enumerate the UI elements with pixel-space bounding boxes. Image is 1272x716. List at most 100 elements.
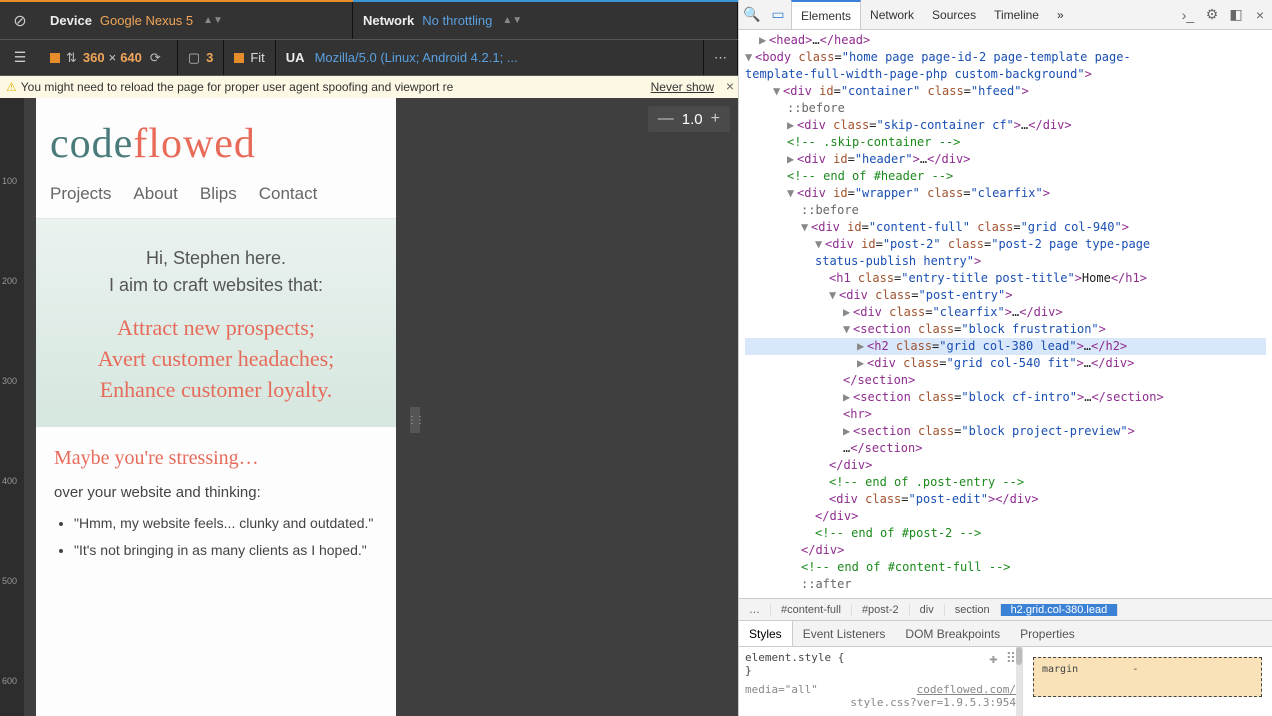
margin-top-val: -: [1132, 664, 1138, 675]
fit-label: Fit: [250, 50, 264, 65]
emulated-page[interactable]: codeflowed Projects About Blips Contact …: [36, 98, 396, 716]
styles-pane[interactable]: ✚ ⠿ element.style { } media="all" codefl…: [739, 647, 1022, 716]
margin-label: margin: [1042, 664, 1078, 675]
gear-icon[interactable]: ⚙: [1200, 6, 1224, 23]
crumb[interactable]: #content-full: [771, 604, 852, 616]
dimension-control[interactable]: ⇅ 360 × 640 ⟳: [40, 40, 178, 75]
resize-handle[interactable]: ⋮⋮: [410, 407, 420, 433]
hero-point: Attract new prospects;: [50, 313, 382, 344]
section-text: over your website and thinking:: [54, 484, 378, 501]
drawer-toggle-icon[interactable]: ☰: [0, 40, 40, 75]
close-icon[interactable]: ×: [1248, 7, 1272, 23]
media-query: media="all": [745, 683, 818, 696]
nav-link[interactable]: Blips: [200, 184, 237, 204]
fit-toggle[interactable]: Fit: [224, 40, 275, 75]
ruler-tick: 600: [2, 676, 17, 686]
hero: Hi, Stephen here. I aim to craft website…: [36, 219, 396, 427]
no-entry-icon[interactable]: ⊘: [0, 2, 40, 39]
network-select[interactable]: Network No throttling ▲▼: [353, 2, 738, 39]
tab-styles[interactable]: Styles: [739, 621, 793, 646]
ruler-tick: 100: [2, 176, 17, 186]
ruler-tick: 300: [2, 376, 17, 386]
swap-icon[interactable]: ⇅: [66, 50, 77, 66]
list-item: "It's not bringing in as many clients as…: [74, 540, 378, 561]
check-icon: [50, 53, 60, 63]
ua-value: Mozilla/5.0 (Linux; Android 4.2.1; ...: [315, 50, 518, 65]
crumb-selected[interactable]: h2.grid.col-380.lead: [1001, 604, 1119, 616]
tab-dom-breakpoints[interactable]: DOM Breakpoints: [895, 627, 1010, 641]
breadcrumb[interactable]: … #content-full #post-2 div section h2.g…: [739, 598, 1272, 620]
source-link[interactable]: codeflowed.com/: [917, 683, 1016, 696]
vertical-ruler: 100 200 300 400 500 600: [0, 98, 24, 716]
network-value: No throttling: [422, 13, 492, 28]
device-select[interactable]: Device Google Nexus 5 ▲▼: [40, 2, 353, 39]
toggle-state-icon[interactable]: ⠿: [1006, 651, 1016, 667]
nav-link[interactable]: Contact: [259, 184, 318, 204]
device-label: Device: [50, 13, 92, 28]
dock-icon[interactable]: ◧: [1224, 6, 1248, 23]
source-line[interactable]: style.css?ver=1.9.5.3:954: [745, 696, 1016, 709]
ruler-tick: 500: [2, 576, 17, 586]
zoom-control[interactable]: — 1.0 +: [648, 106, 730, 132]
ua-field[interactable]: UA Mozilla/5.0 (Linux; Android 4.2.1; ..…: [276, 40, 704, 75]
crumb[interactable]: section: [945, 604, 1001, 616]
nav-link[interactable]: About: [133, 184, 177, 204]
x-sep: ×: [109, 50, 117, 65]
crumb[interactable]: #post-2: [852, 604, 910, 616]
box-model-pane: margin -: [1022, 647, 1272, 716]
ua-label: UA: [286, 50, 305, 65]
console-icon[interactable]: ›_: [1176, 7, 1200, 23]
more-button[interactable]: ⋯: [704, 40, 738, 75]
zoom-in-icon[interactable]: +: [711, 110, 720, 128]
zoom-value: 1.0: [682, 111, 703, 128]
style-line: }: [745, 664, 1016, 677]
warning-bar: ⚠ You might need to reload the page for …: [0, 76, 738, 98]
height-value: 640: [120, 50, 142, 65]
dpr-control[interactable]: ▢ 3: [178, 40, 225, 75]
device-mode-icon[interactable]: ▭: [765, 6, 791, 23]
nav-link[interactable]: Projects: [50, 184, 111, 204]
dpr-icon: ▢: [188, 50, 200, 66]
hero-line: Hi, Stephen here.: [50, 245, 382, 272]
box-model[interactable]: margin -: [1033, 657, 1262, 697]
crumb[interactable]: div: [910, 604, 945, 616]
ruler-tick: 400: [2, 476, 17, 486]
hero-point: Enhance customer loyalty.: [50, 375, 382, 406]
chevron-icon: ▲▼: [203, 15, 223, 26]
ruler-tick: 200: [2, 276, 17, 286]
refresh-icon[interactable]: ⟳: [150, 50, 161, 66]
chevron-icon: ▲▼: [502, 15, 522, 26]
style-line: element.style {: [745, 651, 1016, 664]
tab-sources[interactable]: Sources: [923, 0, 985, 29]
site-logo: codeflowed: [36, 98, 396, 178]
search-icon[interactable]: 🔍: [739, 6, 765, 23]
styles-tabs: Styles Event Listeners DOM Breakpoints P…: [739, 620, 1272, 646]
dom-tree[interactable]: ▶<head>…</head> ▼<body class="home page …: [739, 30, 1272, 598]
section-heading: Maybe you're stressing…: [54, 447, 378, 470]
list-item: "Hmm, my website feels... clunky and out…: [74, 513, 378, 534]
tab-properties[interactable]: Properties: [1010, 627, 1085, 641]
tab-elements[interactable]: Elements: [791, 0, 861, 29]
zoom-out-icon[interactable]: —: [658, 110, 674, 128]
emulator-stage: — 1.0 + ⋮⋮ codeflowed Projects About Bli…: [24, 98, 738, 716]
selected-dom-node[interactable]: ▶<h2 class="grid col-380 lead">…</h2>: [745, 338, 1266, 355]
new-rule-icon[interactable]: ✚: [989, 651, 997, 667]
tab-network[interactable]: Network: [861, 0, 923, 29]
device-value: Google Nexus 5: [100, 13, 193, 28]
close-icon[interactable]: ×: [726, 78, 734, 94]
warning-text: You might need to reload the page for pr…: [21, 80, 454, 94]
hero-point: Avert customer headaches;: [50, 344, 382, 375]
tab-timeline[interactable]: Timeline: [985, 0, 1048, 29]
devtools-toolbar: 🔍 ▭ Elements Network Sources Timeline » …: [739, 0, 1272, 30]
tab-overflow[interactable]: »: [1048, 0, 1073, 29]
check-icon: [234, 53, 244, 63]
warning-icon: ⚠: [6, 80, 17, 94]
crumb[interactable]: …: [739, 604, 771, 616]
never-show-link[interactable]: Never show: [651, 80, 714, 94]
site-nav: Projects About Blips Contact: [36, 178, 396, 219]
tab-event-listeners[interactable]: Event Listeners: [793, 627, 896, 641]
dpr-value: 3: [206, 50, 213, 65]
hero-line: I aim to craft websites that:: [50, 272, 382, 299]
network-label: Network: [363, 13, 414, 28]
width-value: 360: [83, 50, 105, 65]
